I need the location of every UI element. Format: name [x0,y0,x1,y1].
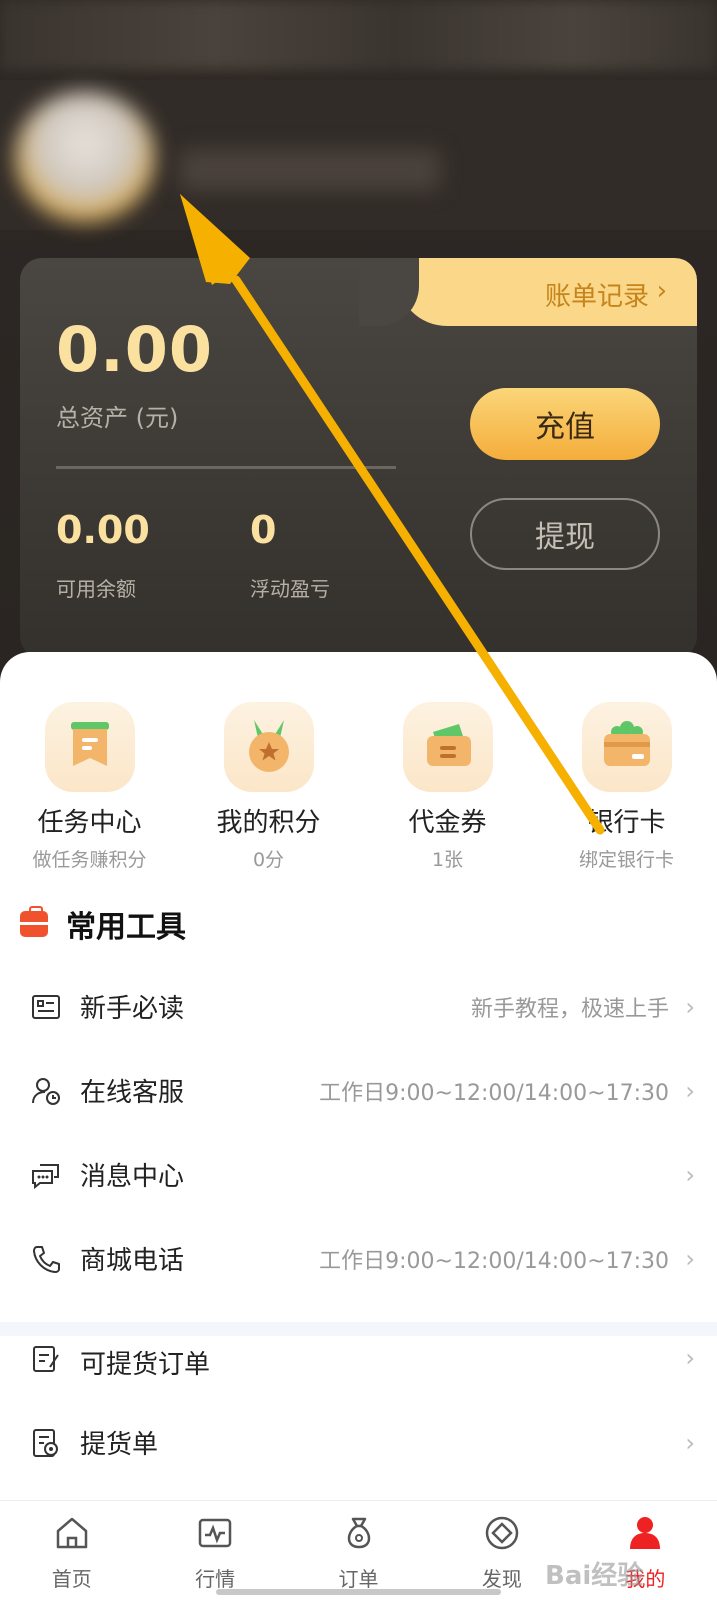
main-panel: 任务中心 做任务赚积分 我的积分 0分 代金券 1张 银行卡 绑定银行卡 常用工… [0,652,717,1600]
chevron-right-icon: › [656,276,667,306]
row-beginner-guide[interactable]: 新手必读 新手教程，极速上手 › [0,964,717,1049]
row-hint: 新手教程，极速上手 [470,996,669,1022]
asset-card: 账单记录 › 0.00 总资产 (元) 0.00 可用余额 0 浮动盈亏 充值 … [20,258,697,658]
quick-bank-card[interactable]: 银行卡 绑定银行卡 [537,702,716,872]
row-hint: 工作日9:00~12:00/14:00~17:30 [319,1080,669,1106]
bill-record-link[interactable]: 账单记录 [545,276,649,313]
chevron-right-icon: › [685,992,695,1021]
quick-action-sub: 1张 [431,849,464,871]
available-balance-label: 可用余额 [56,577,136,601]
guide-doc-icon [32,994,60,1019]
order-bag-icon [347,1517,370,1549]
pickup-order-icon [33,1346,59,1372]
row-message-center[interactable]: 消息中心 › [0,1132,717,1217]
profile-icon [630,1517,661,1549]
quick-action-name: 我的积分 [216,808,321,838]
watermark: Bai经验 [545,1561,644,1591]
chevron-right-icon: › [685,1344,695,1372]
nav-label: 首页 [51,1567,92,1591]
tools-section-title: 常用工具 [20,902,186,946]
row-label: 商城电话 [80,1246,185,1276]
total-assets-value: 0.00 [56,313,213,386]
username-blurred [180,150,440,190]
available-balance-value: 0.00 [56,508,150,552]
points-medal-icon [223,702,314,792]
row-label: 在线客服 [80,1078,185,1108]
row-pickup-slip[interactable]: 提货单 › [0,1400,717,1485]
quick-action-name: 代金券 [408,808,487,838]
nav-label: 订单 [338,1567,379,1591]
task-center-icon [44,702,135,792]
floating-pl-value: 0 [250,508,277,552]
voucher-wallet-icon [402,702,493,792]
chevron-right-icon: › [685,1428,695,1457]
quick-action-name: 任务中心 [37,808,142,838]
withdraw-button[interactable]: 提现 [470,498,660,570]
recharge-button[interactable]: 充值 [470,388,660,460]
quick-voucher[interactable]: 代金券 1张 [358,702,537,872]
divider [56,466,396,469]
chevron-right-icon: › [685,1244,695,1273]
row-hint: 工作日9:00~12:00/14:00~17:30 [319,1248,669,1274]
quick-action-sub: 绑定银行卡 [578,849,674,871]
nav-home[interactable]: 首页 [0,1501,143,1600]
total-assets-label: 总资产 (元) [56,404,179,432]
nav-label: 行情 [195,1567,236,1591]
quick-task-center[interactable]: 任务中心 做任务赚积分 [0,702,179,872]
row-label: 可提货订单 [80,1350,211,1380]
message-icon [32,1163,59,1189]
row-label: 新手必读 [80,994,185,1024]
chevron-right-icon: › [685,1076,695,1105]
quick-action-sub: 做任务赚积分 [32,849,147,871]
nav-order[interactable]: 订单 [287,1501,430,1600]
avatar[interactable] [15,92,155,222]
bank-card-icon [581,702,672,792]
row-online-service[interactable]: 在线客服 工作日9:00~12:00/14:00~17:30 › [0,1048,717,1133]
row-label: 提货单 [80,1430,159,1460]
pickup-slip-icon [33,1428,58,1457]
section-title-text: 常用工具 [66,910,186,945]
quick-action-sub: 0分 [252,849,285,871]
chevron-right-icon: › [685,1160,695,1189]
phone-icon [33,1245,60,1273]
customer-service-icon [32,1077,60,1105]
discover-icon [485,1516,519,1550]
floating-pl-label: 浮动盈亏 [250,577,330,601]
row-mall-phone[interactable]: 商城电话 工作日9:00~12:00/14:00~17:30 › [0,1216,717,1301]
home-icon [56,1517,87,1549]
row-pickup-orders-content[interactable]: 可提货订单 › [0,1316,717,1401]
briefcase-icon [20,906,48,937]
quick-action-name: 银行卡 [587,808,666,838]
quick-my-points[interactable]: 我的积分 0分 [179,702,358,872]
blurred-top-bar [0,0,717,70]
nav-market[interactable]: 行情 [143,1501,286,1600]
home-indicator [216,1589,501,1595]
market-icon [198,1518,232,1548]
row-label: 消息中心 [80,1162,185,1192]
